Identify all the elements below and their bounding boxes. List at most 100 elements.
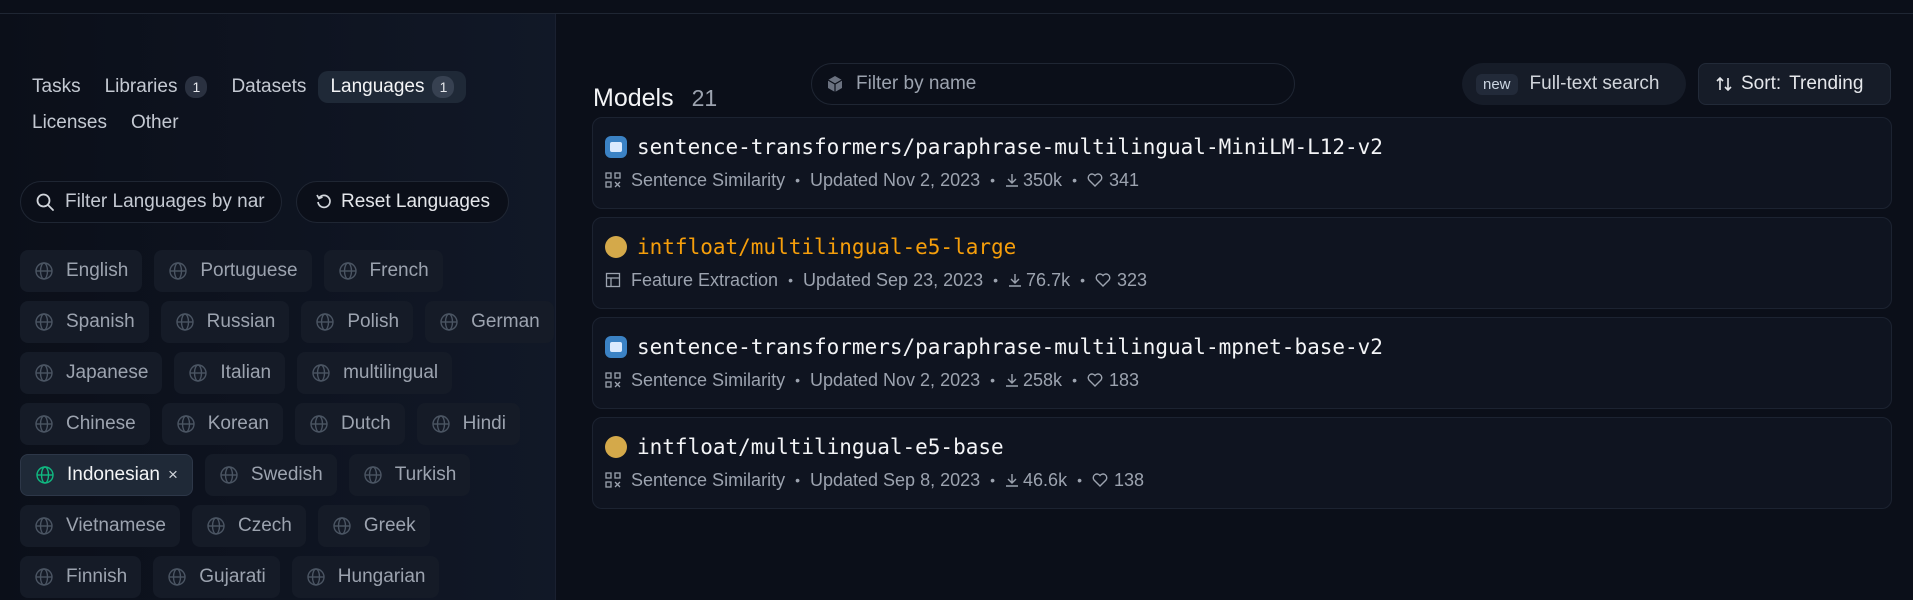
heart-icon (1092, 473, 1108, 487)
language-label: Gujarati (199, 566, 266, 587)
separator: • (990, 372, 996, 388)
language-chip-multilingual[interactable]: multilingual (297, 352, 453, 394)
globe-icon (431, 414, 451, 434)
globe-icon (175, 312, 195, 332)
globe-icon (219, 465, 239, 485)
language-chip-portuguese[interactable]: Portuguese (154, 250, 312, 292)
language-chip-indonesian[interactable]: Indonesian × (20, 454, 193, 496)
separator: • (1080, 272, 1085, 288)
language-chip-korean[interactable]: Korean (161, 403, 283, 445)
model-card[interactable]: sentence-transformers/paraphrase-multili… (592, 317, 1892, 409)
language-label: French (369, 260, 429, 281)
model-downloads: 258k (1023, 369, 1063, 390)
model-meta: Sentence Similarity • Updated Sep 8, 202… (605, 468, 1879, 492)
globe-icon (34, 567, 54, 587)
language-chip-hindi[interactable]: Hindi (416, 403, 520, 445)
model-downloads: 76.7k (1026, 269, 1071, 290)
language-chip-greek[interactable]: Greek (317, 505, 430, 547)
language-filter-input[interactable]: Filter Languages by nar (20, 181, 282, 223)
reset-languages-button[interactable]: Reset Languages (296, 181, 509, 223)
tab-libraries[interactable]: Libraries 1 (93, 71, 220, 103)
qr-icon (605, 172, 621, 188)
tab-licenses[interactable]: Licenses (20, 107, 119, 139)
language-chip-gujarati[interactable]: Gujarati (153, 556, 280, 598)
globe-icon (167, 567, 187, 587)
count-badge: 1 (185, 76, 208, 98)
language-chip-spanish[interactable]: Spanish (20, 301, 149, 343)
download-icon (1005, 173, 1019, 187)
model-name[interactable]: intfloat/multilingual-e5-base (637, 435, 1004, 459)
language-filter-text: Filter Languages by nar (65, 191, 265, 212)
model-name[interactable]: intfloat/multilingual-e5-large (637, 235, 1016, 259)
model-likes: 138 (1113, 469, 1145, 490)
globe-icon (309, 414, 329, 434)
language-chip-swedish[interactable]: Swedish (204, 454, 337, 496)
language-label: Russian (206, 311, 276, 332)
tab-languages[interactable]: Languages 1 (318, 71, 467, 103)
language-chip-polish[interactable]: Polish (301, 301, 414, 343)
language-label: Indonesian (67, 464, 160, 485)
full-text-search-label: Full-text search (1529, 73, 1660, 94)
globe-icon (315, 312, 335, 332)
remove-icon[interactable]: × (168, 465, 178, 485)
model-card[interactable]: intfloat/multilingual-e5-base Sentence S… (592, 417, 1892, 509)
globe-icon (34, 516, 54, 536)
language-label: Finnish (66, 566, 128, 587)
language-chip-japanese[interactable]: Japanese (20, 352, 163, 394)
language-row: Finnish Gujarati Hungarian (20, 556, 550, 598)
tab-label: Licenses (32, 112, 107, 133)
language-chip-italian[interactable]: Italian (174, 352, 286, 394)
globe-icon (311, 363, 331, 383)
globe-icon (176, 414, 196, 434)
model-meta: Sentence Similarity • Updated Nov 2, 202… (605, 368, 1879, 392)
tab-label: Tasks (32, 76, 81, 97)
separator: • (795, 172, 800, 188)
language-chip-french[interactable]: French (323, 250, 443, 292)
language-chip-german[interactable]: German (425, 301, 554, 343)
tab-label: Languages (330, 76, 425, 97)
globe-icon (363, 465, 383, 485)
globe-icon (34, 414, 54, 434)
language-chip-finnish[interactable]: Finnish (20, 556, 142, 598)
sort-value: Trending (1789, 73, 1864, 94)
tab-other[interactable]: Other (119, 107, 191, 139)
language-label: German (471, 311, 540, 332)
model-updated: Updated Sep 8, 2023 (809, 469, 981, 490)
model-updated: Updated Sep 23, 2023 (802, 269, 984, 290)
model-card[interactable]: sentence-transformers/paraphrase-multili… (592, 117, 1892, 209)
model-name[interactable]: sentence-transformers/paraphrase-multili… (637, 335, 1383, 359)
separator: • (1077, 472, 1082, 488)
tab-label: Datasets (231, 76, 307, 97)
model-likes: 341 (1108, 169, 1140, 190)
language-chip-vietnamese[interactable]: Vietnamese (20, 505, 180, 547)
language-chip-dutch[interactable]: Dutch (295, 403, 405, 445)
tab-tasks[interactable]: Tasks (20, 71, 93, 103)
table-icon (605, 272, 621, 288)
language-label: multilingual (343, 362, 439, 383)
model-card[interactable]: intfloat/multilingual-e5-large Feature E… (592, 217, 1892, 309)
separator: • (788, 272, 793, 288)
model-name-filter-input[interactable]: Filter by name (811, 63, 1295, 105)
language-chip-turkish[interactable]: Turkish (348, 454, 471, 496)
tab-datasets[interactable]: Datasets (219, 71, 318, 103)
model-likes: 183 (1108, 369, 1140, 390)
language-chip-hungarian[interactable]: Hungarian (291, 556, 440, 598)
globe-icon (34, 312, 54, 332)
language-chip-russian[interactable]: Russian (160, 301, 290, 343)
model-name[interactable]: sentence-transformers/paraphrase-multili… (637, 135, 1383, 159)
download-icon (1008, 273, 1022, 287)
language-label: Japanese (66, 362, 149, 383)
globe-icon (35, 465, 55, 485)
org-avatar (605, 336, 627, 358)
qr-icon (605, 372, 621, 388)
model-card-header: intfloat/multilingual-e5-large (605, 232, 1879, 262)
language-chip-english[interactable]: English (20, 250, 143, 292)
language-chip-chinese[interactable]: Chinese (20, 403, 150, 445)
language-chip-czech[interactable]: Czech (192, 505, 306, 547)
tab-label: Other (131, 112, 179, 133)
sort-button[interactable]: Sort: Trending (1698, 63, 1891, 105)
language-label: Greek (363, 515, 416, 536)
download-icon (1005, 373, 1019, 387)
model-likes: 323 (1117, 269, 1148, 290)
full-text-search-button[interactable]: new Full-text search (1462, 63, 1686, 105)
